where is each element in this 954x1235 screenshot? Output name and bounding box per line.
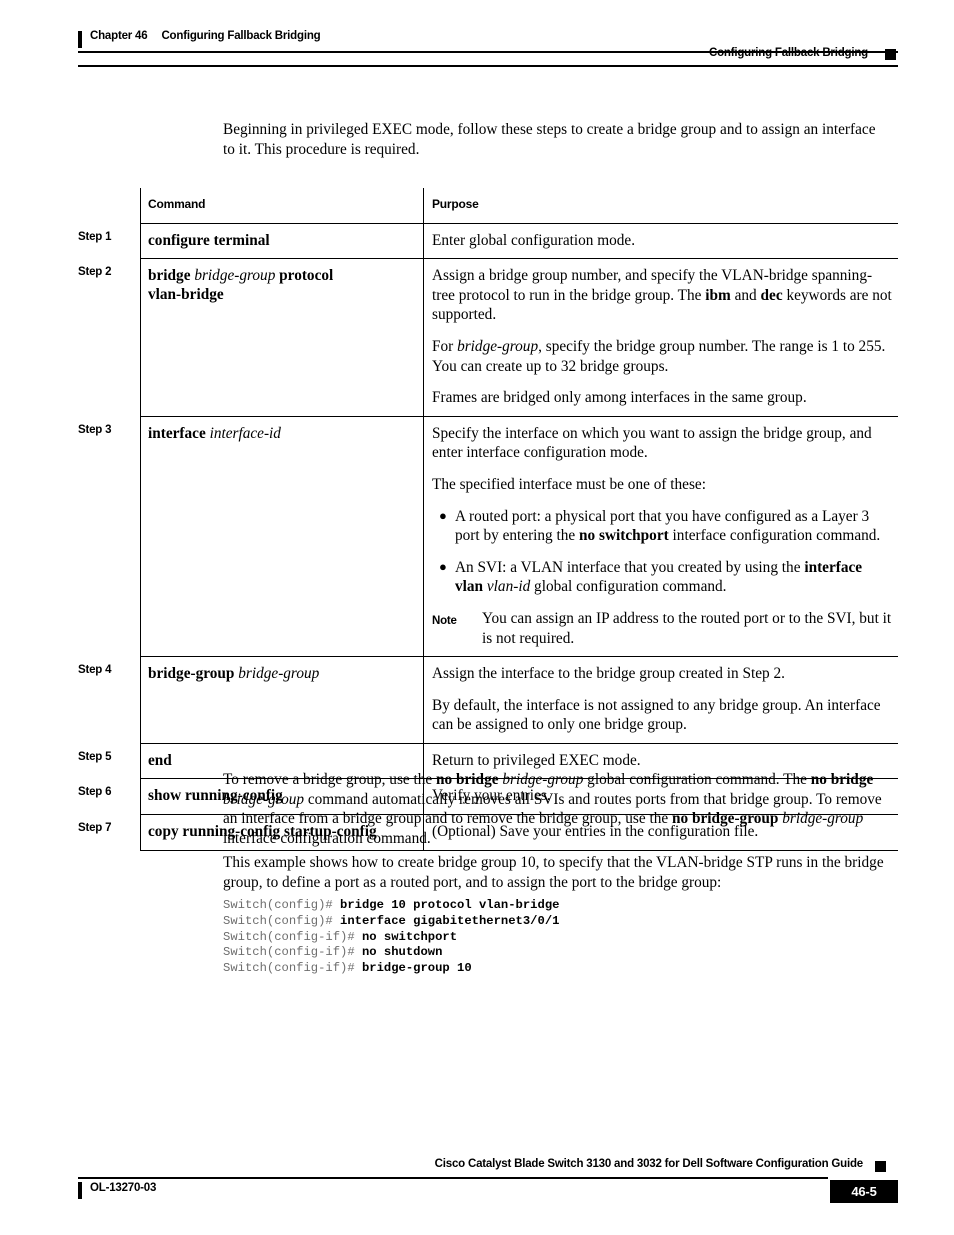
step-purpose: Enter global configuration mode. xyxy=(423,222,898,259)
step-label: Step 1 xyxy=(78,230,112,243)
purpose-text: The specified interface must be one of t… xyxy=(432,475,706,493)
list-item: ● An SVI: a VLAN interface that you creat… xyxy=(439,558,863,596)
step-label: Step 6 xyxy=(78,786,112,799)
step-command: configure terminal xyxy=(140,222,423,259)
step-label: Step 3 xyxy=(78,423,112,436)
code-prompt: Switch(config-if)# xyxy=(223,945,362,960)
step-purpose: Assign a bridge group number, and specif… xyxy=(423,258,898,416)
table-header-step-spacer xyxy=(78,188,140,223)
step-command: interface interface-id xyxy=(140,415,423,657)
step-label: Step 5 xyxy=(78,750,112,763)
list-item: ● A routed port: a physical port that you… xyxy=(439,507,881,545)
header-section-rule xyxy=(78,65,898,67)
header-chapter: Chapter 46 Configuring Fallback Bridging xyxy=(90,30,321,42)
code-prompt: Switch(config-if)# xyxy=(223,929,362,944)
code-prompt: Switch(config)# xyxy=(223,913,341,928)
header-chapter-title: Configuring Fallback Bridging xyxy=(161,30,321,42)
purpose-text: Return to privileged EXEC mode. xyxy=(432,751,641,769)
table-header-purpose: Purpose xyxy=(423,188,898,223)
note-block: Note You can assign an IP address to the… xyxy=(432,609,892,648)
purpose-text: Enter global configuration mode. xyxy=(432,231,636,249)
purpose-text: Specify the interface on which you want … xyxy=(432,424,872,462)
example-intro-paragraph: This example shows how to create bridge … xyxy=(223,854,884,891)
footer-guide-title: Cisco Catalyst Blade Switch 3130 and 303… xyxy=(434,1158,864,1170)
footer-page-number: 46-5 xyxy=(830,1180,898,1203)
code-command: bridge-group 10 xyxy=(361,961,472,976)
purpose-text: By default, the interface is not assigne… xyxy=(432,696,881,734)
remove-bridge-group-paragraph: To remove a bridge group, use the no bri… xyxy=(223,771,882,847)
note-label: Note xyxy=(432,614,457,627)
purpose-text: Assign the interface to the bridge group… xyxy=(432,665,785,683)
step-label: Step 4 xyxy=(78,664,112,677)
code-line: Switch(config-if)# no shutdown xyxy=(223,945,442,959)
table-header-row: Command Purpose xyxy=(78,188,898,223)
header-chapter-number: Chapter 46 xyxy=(90,30,148,42)
purpose-text: Assign a bridge group number, and specif… xyxy=(432,267,892,324)
code-command: no shutdown xyxy=(361,945,443,960)
step-label: Step 7 xyxy=(78,822,112,835)
step-command: bridge bridge-group protocol vlan-bridge xyxy=(140,258,423,416)
step-command: bridge-group bridge-group xyxy=(140,656,423,743)
table-row: Step 1 configure terminal Enter global c… xyxy=(78,222,898,259)
header-square-marker xyxy=(885,49,896,60)
header-section-title: Configuring Fallback Bridging xyxy=(708,47,868,59)
procedure-table: Command Purpose Step 1 configure termina… xyxy=(78,188,898,852)
intro-paragraph: Beginning in privileged EXEC mode, follo… xyxy=(223,121,876,158)
code-prompt: Switch(config)# xyxy=(223,898,341,912)
table-bottom-rule xyxy=(140,849,898,852)
header-left-rule xyxy=(78,31,82,48)
page-footer: Cisco Catalyst Blade Switch 3130 and 303… xyxy=(78,1158,898,1218)
footer-document-number: OL-13270-03 xyxy=(90,1182,157,1194)
code-command: bridge 10 protocol vlan-bridge xyxy=(340,898,560,912)
table-header-command: Command xyxy=(140,188,423,223)
purpose-text: Frames are bridged only among interfaces… xyxy=(432,389,807,407)
note-text: You can assign an IP address to the rout… xyxy=(482,609,892,647)
code-line: Switch(config)# bridge 10 protocol vlan-… xyxy=(223,898,559,912)
code-command: interface gigabitethernet3/0/1 xyxy=(340,913,560,928)
code-line: Switch(config-if)# no switchport xyxy=(223,930,457,944)
footer-square-marker xyxy=(875,1161,886,1172)
purpose-bullet-list: ● A routed port: a physical port that you… xyxy=(432,507,892,597)
table-row: Step 3 interface interface-id Specify th… xyxy=(78,415,898,657)
footer-rule xyxy=(78,1177,828,1179)
step-purpose: Specify the interface on which you want … xyxy=(423,415,898,657)
page-header-section: Configuring Fallback Bridging xyxy=(78,47,898,73)
bullet-icon: ● xyxy=(439,507,447,523)
code-command: no switchport xyxy=(361,929,458,944)
cli-example-code-block: Switch(config)# bridge 10 protocol vlan-… xyxy=(223,898,559,977)
bullet-icon: ● xyxy=(439,558,447,574)
step-label: Step 2 xyxy=(78,266,112,279)
code-line: Switch(config-if)# bridge-group 10 xyxy=(223,961,472,975)
table-row: Step 4 bridge-group bridge-group Assign … xyxy=(78,656,898,743)
purpose-text: For bridge-group, specify the bridge gro… xyxy=(432,337,886,375)
code-prompt: Switch(config-if)# xyxy=(223,961,362,976)
code-line: Switch(config)# interface gigabitetherne… xyxy=(223,914,559,928)
table-row: Step 2 bridge bridge-group protocol vlan-… xyxy=(78,258,898,416)
footer-left-rule xyxy=(78,1182,82,1199)
step-purpose: Assign the interface to the bridge group… xyxy=(423,656,898,743)
